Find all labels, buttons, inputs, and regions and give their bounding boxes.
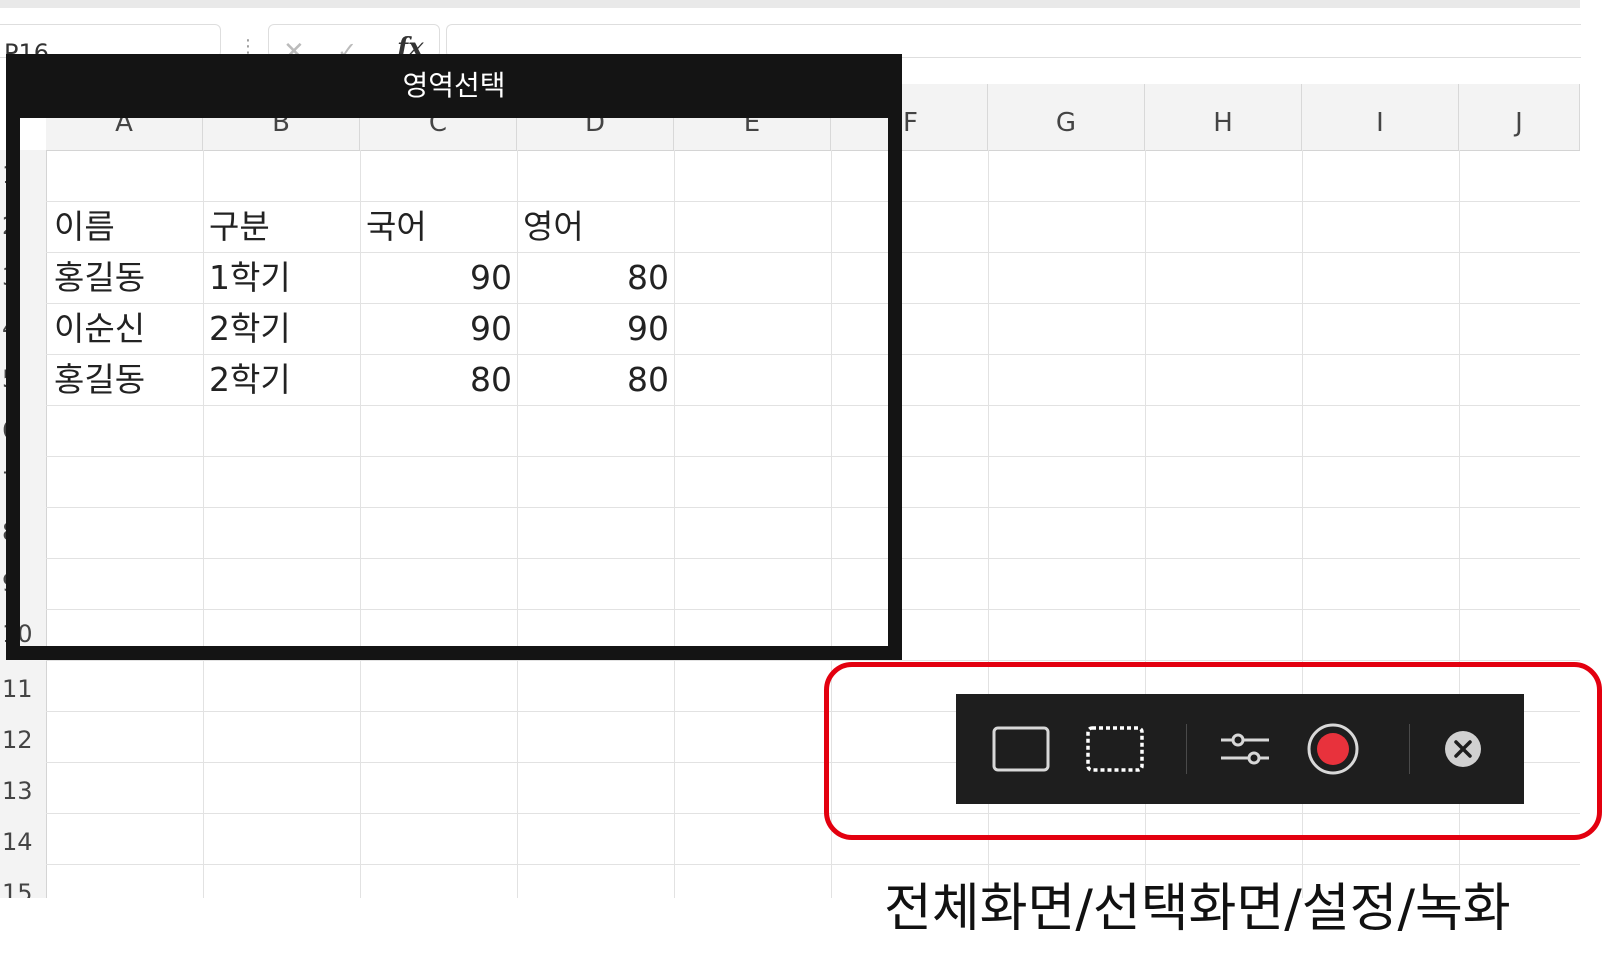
toolbar-separator	[1186, 724, 1187, 774]
name-box[interactable]: P16 ⌄	[0, 24, 221, 67]
close-icon	[1445, 731, 1481, 767]
region-select-right-edge[interactable]	[888, 54, 902, 660]
row-header-14[interactable]: 14	[0, 817, 46, 868]
sliders-icon	[1221, 733, 1269, 765]
fullscreen-capture-button[interactable]	[986, 694, 1056, 804]
region-select-title[interactable]: 영역선택	[6, 54, 902, 118]
dashed-rectangle-icon	[1086, 726, 1144, 772]
row-header-15[interactable]: 15	[0, 868, 46, 898]
region-select-bottom-edge[interactable]	[6, 646, 902, 660]
toolbar-separator	[1409, 724, 1410, 774]
rectangle-icon	[992, 726, 1050, 772]
toolbar-caption: 전체화면/선택화면/설정/녹화	[884, 879, 1511, 939]
column-header-h[interactable]: H	[1145, 84, 1302, 150]
region-select-left-edge[interactable]	[6, 54, 20, 660]
formula-buttons: ✕ ✓ fx	[268, 24, 440, 67]
row-header-13[interactable]: 13	[0, 766, 46, 817]
row-header-12[interactable]: 12	[0, 715, 46, 766]
column-header-g[interactable]: G	[988, 84, 1145, 150]
region-capture-button[interactable]	[1080, 694, 1150, 804]
close-toolbar-button[interactable]	[1428, 694, 1498, 804]
settings-button[interactable]	[1210, 694, 1280, 804]
column-header-j[interactable]: J	[1459, 84, 1580, 150]
column-header-i[interactable]: I	[1302, 84, 1459, 150]
formula-input[interactable]	[446, 24, 1581, 58]
row-header-11[interactable]: 11	[0, 664, 46, 715]
region-select-frame[interactable]	[6, 54, 902, 660]
capture-toolbar	[956, 694, 1524, 804]
record-button[interactable]	[1298, 694, 1368, 804]
record-icon	[1307, 723, 1359, 775]
ribbon-edge	[0, 0, 1580, 8]
